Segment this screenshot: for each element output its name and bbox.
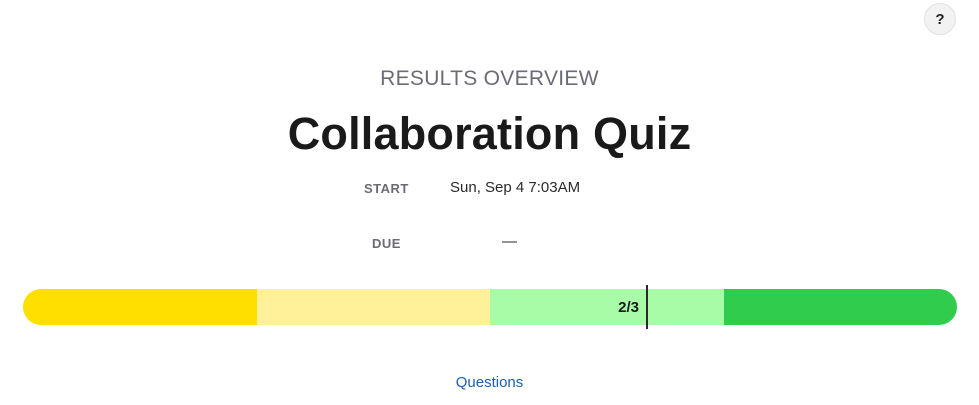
due-label: DUE — [372, 236, 401, 251]
due-value: — — [502, 233, 517, 250]
score-bar-range-2 — [256, 289, 490, 325]
score-marker — [646, 285, 648, 329]
score-bar-range-4 — [723, 289, 957, 325]
questions-link[interactable]: Questions — [0, 374, 979, 391]
start-label: START — [364, 181, 409, 196]
score-bar-range-1 — [23, 289, 257, 325]
help-button[interactable]: ? — [924, 3, 956, 35]
page-title: Collaboration Quiz — [287, 108, 692, 159]
score-bar — [23, 289, 957, 325]
start-value: Sun, Sep 4 7:03AM — [450, 179, 581, 196]
page-overline: RESULTS OVERVIEW — [380, 67, 599, 90]
help-icon: ? — [935, 10, 945, 28]
results-overview-page: ? RESULTS OVERVIEW Collaboration Quiz ST… — [0, 0, 979, 405]
score-label: 2/3 — [618, 299, 639, 316]
